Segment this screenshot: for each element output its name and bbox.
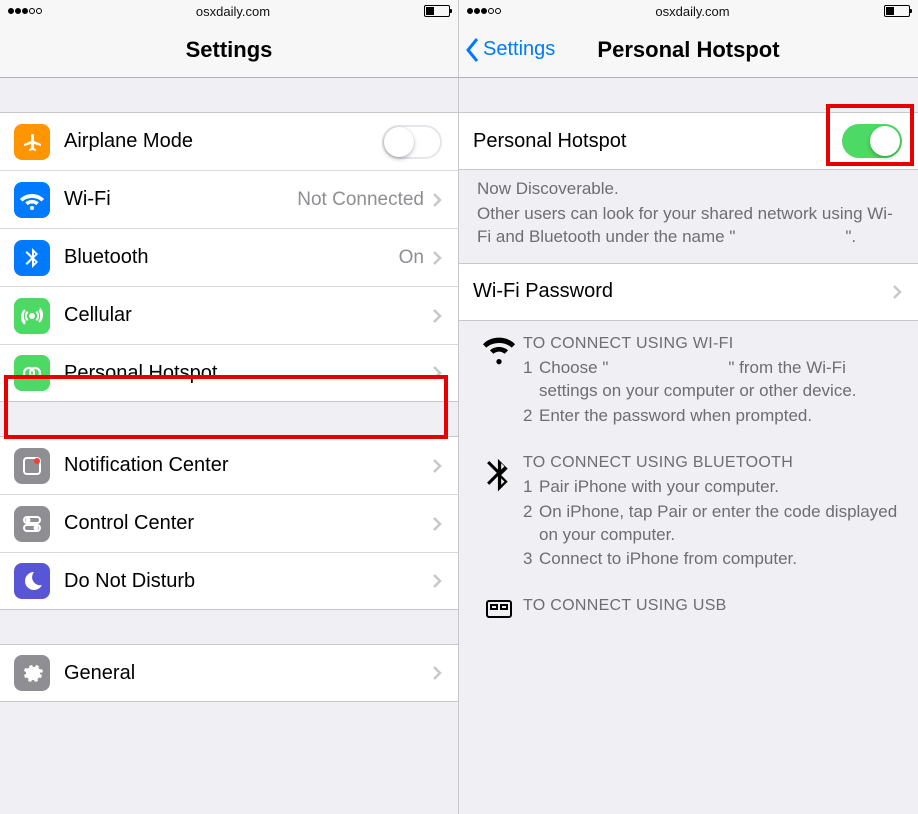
hotspot-toggle[interactable]: [842, 124, 902, 158]
hotspot-toggle-label: Personal Hotspot: [473, 130, 842, 153]
row-notification-center[interactable]: Notification Center: [0, 436, 458, 494]
chevron-right-icon: [432, 665, 442, 681]
hotspot-screen: osxdaily.com Settings Personal Hotspot P…: [459, 0, 918, 814]
moon-icon: [14, 563, 50, 599]
wifi-signal-icon: [475, 335, 523, 430]
wifi-icon: [14, 182, 50, 218]
notification-center-label: Notification Center: [64, 454, 432, 477]
instr-usb-title: TO CONNECT USING USB: [523, 597, 902, 615]
status-bar: osxdaily.com: [459, 0, 918, 22]
row-airplane-mode[interactable]: Airplane Mode: [0, 112, 458, 170]
signal-dots: [8, 8, 42, 14]
gear-icon: [14, 655, 50, 691]
hotspot-label: Personal Hotspot: [64, 362, 432, 385]
status-domain: osxdaily.com: [655, 4, 729, 19]
bluetooth-value: On: [399, 247, 424, 269]
settings-screen: osxdaily.com Settings Airplane Mode Wi-F…: [0, 0, 459, 814]
instr-bt-title: TO CONNECT USING BLUETOOTH: [523, 454, 902, 472]
nav-bar: Settings: [0, 22, 458, 78]
control-center-icon: [14, 506, 50, 542]
airplane-toggle[interactable]: [382, 125, 442, 159]
instr-bt-s2: On iPhone, tap Pair or enter the code di…: [539, 501, 902, 547]
row-control-center[interactable]: Control Center: [0, 494, 458, 552]
row-wifi[interactable]: Wi-Fi Not Connected: [0, 170, 458, 228]
back-label: Settings: [483, 38, 555, 61]
discoverable-body-a: Other users can look for your shared net…: [477, 204, 893, 246]
wifi-password-label: Wi-Fi Password: [473, 280, 892, 303]
nav-bar: Settings Personal Hotspot: [459, 22, 918, 78]
dnd-label: Do Not Disturb: [64, 570, 432, 593]
bluetooth-icon: [14, 240, 50, 276]
instructions-wifi: TO CONNECT USING WI-FI 1Choose "" from t…: [459, 321, 918, 440]
instructions-usb: TO CONNECT USING USB: [459, 583, 918, 619]
battery-icon: [424, 5, 450, 17]
page-title: Settings: [186, 37, 273, 63]
status-bar: osxdaily.com: [0, 0, 458, 22]
row-wifi-password[interactable]: Wi-Fi Password: [459, 263, 918, 321]
chevron-right-icon: [432, 365, 442, 381]
instr-wifi-s1a: Choose ": [539, 358, 608, 377]
row-bluetooth[interactable]: Bluetooth On: [0, 228, 458, 286]
row-personal-hotspot[interactable]: Personal Hotspot: [0, 344, 458, 402]
discoverable-text: Now Discoverable. Other users can look f…: [459, 170, 918, 263]
instr-wifi-s2: Enter the password when prompted.: [539, 405, 812, 428]
instr-bt-s3: Connect to iPhone from computer.: [539, 548, 797, 571]
instr-wifi-title: TO CONNECT USING WI-FI: [523, 335, 902, 353]
airplane-icon: [14, 124, 50, 160]
instructions-bluetooth: TO CONNECT USING BLUETOOTH 1Pair iPhone …: [459, 440, 918, 584]
bluetooth-glyph-icon: [475, 454, 523, 574]
notification-center-icon: [14, 448, 50, 484]
chevron-right-icon: [432, 458, 442, 474]
cellular-label: Cellular: [64, 304, 432, 327]
battery-icon: [884, 5, 910, 17]
general-label: General: [64, 662, 432, 685]
chevron-right-icon: [432, 308, 442, 324]
cellular-icon: [14, 298, 50, 334]
page-title: Personal Hotspot: [597, 37, 779, 63]
status-domain: osxdaily.com: [196, 4, 270, 19]
row-do-not-disturb[interactable]: Do Not Disturb: [0, 552, 458, 610]
signal-dots: [467, 8, 501, 14]
hotspot-icon: [14, 355, 50, 391]
control-center-label: Control Center: [64, 512, 432, 535]
bluetooth-label: Bluetooth: [64, 246, 399, 269]
instr-bt-s1: Pair iPhone with your computer.: [539, 476, 779, 499]
row-hotspot-toggle[interactable]: Personal Hotspot: [459, 112, 918, 170]
chevron-right-icon: [432, 250, 442, 266]
chevron-right-icon: [432, 516, 442, 532]
usb-icon: [475, 597, 523, 619]
chevron-right-icon: [892, 284, 902, 300]
airplane-label: Airplane Mode: [64, 130, 382, 153]
back-button[interactable]: Settings: [465, 22, 555, 77]
row-cellular[interactable]: Cellular: [0, 286, 458, 344]
row-general[interactable]: General: [0, 644, 458, 702]
chevron-right-icon: [432, 573, 442, 589]
wifi-label: Wi-Fi: [64, 188, 297, 211]
chevron-right-icon: [432, 192, 442, 208]
discoverable-body-b: ".: [845, 227, 856, 246]
discoverable-title: Now Discoverable.: [477, 178, 900, 201]
wifi-value: Not Connected: [297, 189, 424, 211]
settings-list[interactable]: Airplane Mode Wi-Fi Not Connected Blueto…: [0, 78, 458, 814]
hotspot-content[interactable]: Personal Hotspot Now Discoverable. Other…: [459, 78, 918, 814]
